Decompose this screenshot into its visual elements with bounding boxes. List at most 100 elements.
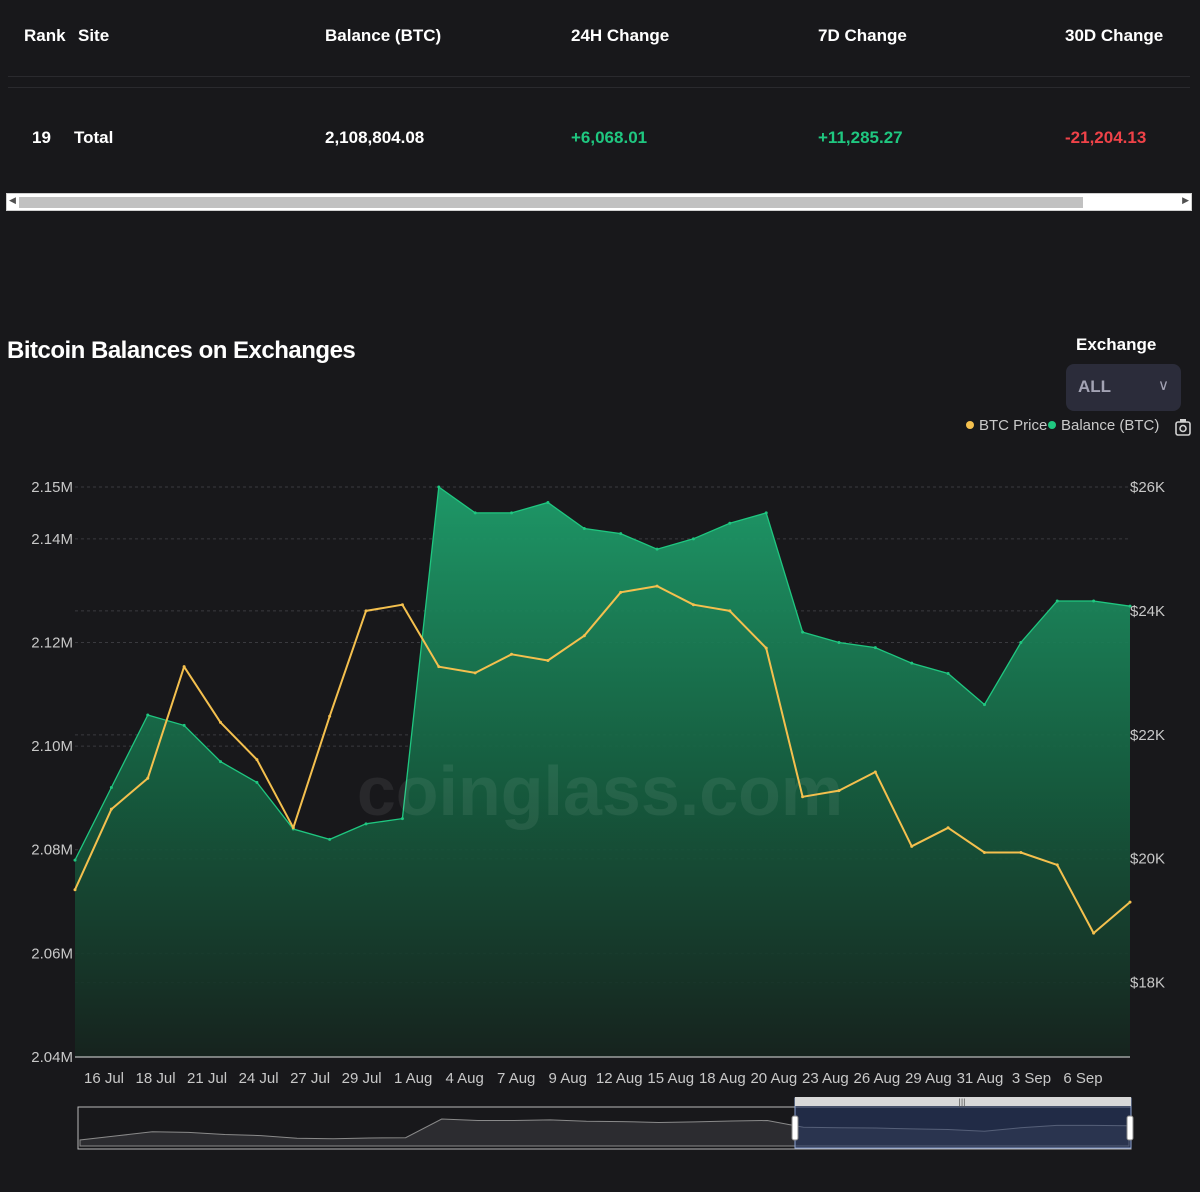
camera-icon[interactable]	[1174, 417, 1192, 437]
balance-point[interactable]	[328, 837, 332, 841]
y-left-tick-label: 2.06M	[31, 945, 73, 962]
y-right-tick-label: $24K	[1130, 603, 1165, 620]
balance-point[interactable]	[1019, 640, 1023, 644]
balance-point[interactable]	[1055, 599, 1059, 603]
x-tick-label: 29 Aug	[905, 1070, 952, 1087]
row-balance: 2,108,804.08	[325, 128, 425, 147]
balance-point[interactable]	[400, 817, 404, 821]
balance-point[interactable]	[728, 521, 732, 525]
balance-point[interactable]	[1092, 599, 1096, 603]
legend-marker-btc-price	[966, 421, 974, 429]
x-tick-label: 27 Jul	[290, 1070, 330, 1087]
balance-point[interactable]	[255, 780, 259, 784]
balance-point[interactable]	[546, 501, 550, 505]
btc-price-point[interactable]	[146, 776, 150, 780]
navigator-grip-icon: |||	[958, 1097, 965, 1107]
exchange-select[interactable]: ALL ∨	[1066, 364, 1181, 411]
btc-price-point[interactable]	[109, 807, 113, 811]
table-divider	[8, 76, 1190, 77]
btc-price-point[interactable]	[255, 758, 259, 762]
btc-price-point[interactable]	[1055, 863, 1059, 867]
balance-point[interactable]	[691, 537, 695, 541]
balance-point[interactable]	[946, 672, 950, 676]
balance-point[interactable]	[982, 703, 986, 707]
balance-point[interactable]	[109, 786, 113, 790]
btc-price-point[interactable]	[1019, 851, 1023, 855]
btc-price-point[interactable]	[655, 584, 659, 588]
btc-price-point[interactable]	[837, 789, 841, 793]
legend-label-btc-price: BTC Price	[979, 417, 1048, 434]
row-rank: 19	[32, 128, 51, 147]
balance-point[interactable]	[582, 526, 586, 530]
x-tick-label: 20 Aug	[750, 1070, 797, 1087]
row-change-7d: +11,285.27	[818, 128, 903, 147]
balance-point[interactable]	[219, 760, 223, 764]
btc-price-point[interactable]	[1128, 900, 1132, 904]
row-change-30d: -21,204.13	[1065, 128, 1147, 147]
chevron-down-icon: ∨	[1158, 377, 1169, 394]
scroll-right-arrow-icon[interactable]: ▶	[1182, 195, 1189, 206]
btc-price-point[interactable]	[982, 851, 986, 855]
col-header-rank[interactable]: Rank	[24, 26, 66, 46]
balance-point[interactable]	[510, 511, 514, 515]
btc-price-point[interactable]	[400, 603, 404, 607]
btc-price-point[interactable]	[546, 658, 550, 662]
navigator-left-handle[interactable]	[791, 1115, 799, 1141]
row-change-24h: +6,068.01	[571, 128, 648, 147]
balance-point[interactable]	[873, 646, 877, 650]
btc-price-point[interactable]	[691, 603, 695, 607]
balance-point[interactable]	[655, 547, 659, 551]
balance-point[interactable]	[837, 640, 841, 644]
btc-price-point[interactable]	[328, 714, 332, 718]
balance-point[interactable]	[364, 822, 368, 826]
col-header-7d-change[interactable]: 7D Change	[818, 26, 907, 46]
btc-price-point[interactable]	[437, 665, 441, 669]
balance-point[interactable]	[1128, 604, 1132, 608]
btc-price-point[interactable]	[873, 770, 877, 774]
btc-price-point[interactable]	[182, 665, 186, 669]
balance-point[interactable]	[437, 485, 441, 489]
btc-price-point[interactable]	[728, 609, 732, 613]
btc-price-point[interactable]	[619, 590, 623, 594]
balance-point[interactable]	[801, 630, 805, 634]
balance-point[interactable]	[473, 511, 477, 515]
btc-price-point[interactable]	[946, 826, 950, 830]
btc-price-point[interactable]	[73, 888, 77, 892]
balance-point[interactable]	[764, 511, 768, 515]
x-tick-label: 29 Jul	[342, 1070, 382, 1087]
btc-price-point[interactable]	[801, 795, 805, 799]
x-tick-label: 31 Aug	[957, 1070, 1004, 1087]
scrollbar-thumb[interactable]	[19, 197, 1083, 208]
btc-price-point[interactable]	[364, 609, 368, 613]
balance-point[interactable]	[146, 713, 150, 717]
btc-price-point[interactable]	[219, 720, 223, 724]
balance-point[interactable]	[619, 532, 623, 536]
x-tick-label: 4 Aug	[445, 1070, 483, 1087]
balance-point[interactable]	[910, 661, 914, 665]
x-tick-label: 15 Aug	[647, 1070, 694, 1087]
btc-price-point[interactable]	[582, 634, 586, 638]
btc-price-point[interactable]	[1092, 931, 1096, 935]
btc-price-point[interactable]	[291, 826, 295, 830]
range-navigator[interactable]: |||	[77, 1097, 1134, 1150]
col-header-24h-change[interactable]: 24H Change	[571, 26, 669, 46]
col-header-30d-change[interactable]: 30D Change	[1065, 26, 1163, 46]
col-header-balance[interactable]: Balance (BTC)	[325, 26, 441, 46]
chart-title: Bitcoin Balances on Exchanges	[7, 337, 356, 364]
y-left-tick-label: 2.12M	[31, 634, 73, 651]
x-tick-label: 3 Sep	[1012, 1070, 1051, 1087]
balance-point[interactable]	[182, 723, 186, 727]
x-tick-label: 21 Jul	[187, 1070, 227, 1087]
legend-item-btc-price[interactable]: BTC Price	[966, 417, 1047, 434]
btc-price-point[interactable]	[510, 652, 514, 656]
col-header-site[interactable]: Site	[78, 26, 109, 46]
legend-item-balance[interactable]: Balance (BTC)	[1048, 417, 1159, 434]
horizontal-scrollbar[interactable]: ◀ ▶	[6, 193, 1192, 211]
btc-price-point[interactable]	[910, 844, 914, 848]
btc-price-point[interactable]	[473, 671, 477, 675]
y-left-tick-label: 2.14M	[31, 531, 73, 548]
balance-point[interactable]	[73, 858, 77, 862]
btc-price-point[interactable]	[764, 646, 768, 650]
navigator-right-handle[interactable]	[1126, 1115, 1134, 1141]
scroll-left-arrow-icon[interactable]: ◀	[9, 195, 16, 206]
